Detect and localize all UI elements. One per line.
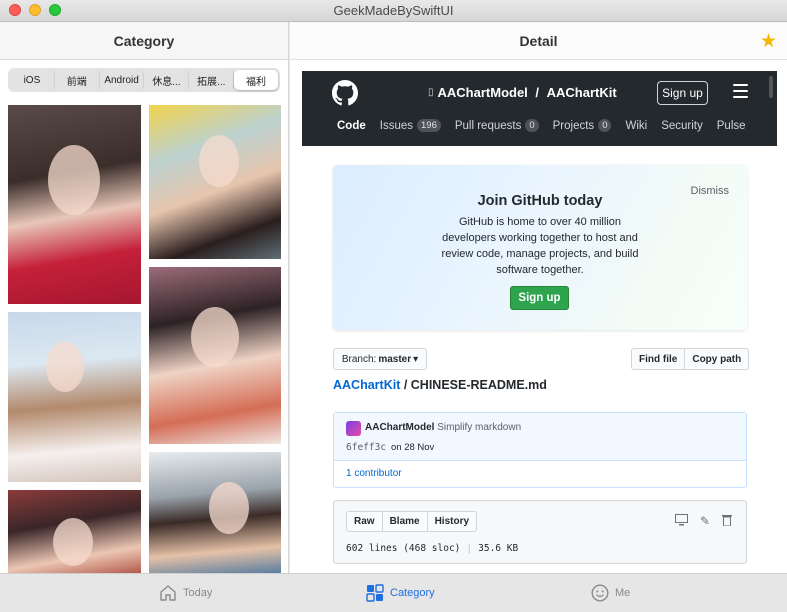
repo-separator: / [531, 85, 543, 100]
history-button[interactable]: History [428, 512, 476, 531]
window-title: GeekMadeBySwiftUI [333, 3, 454, 18]
file-action-icons: ✎ [674, 514, 732, 529]
caret-down-icon: ▾ [413, 353, 419, 365]
file-stats: 602 lines (468 sloc) | 35.6 KB [346, 543, 518, 554]
repo-name[interactable]: AAChartKit [547, 85, 617, 100]
join-github-banner: Dismiss Join GitHub today GitHub is home… [333, 165, 747, 330]
header-signup-button[interactable]: Sign up [657, 81, 708, 105]
photo-card[interactable] [149, 452, 281, 573]
repo-tab-security[interactable]: Security [661, 119, 703, 132]
pencil-icon[interactable]: ✎ [700, 514, 710, 529]
breadcrumb-separator: / [400, 378, 411, 392]
join-description: GitHub is home to over 40 million develo… [441, 216, 639, 276]
repo-tab-code[interactable]: Code [337, 119, 366, 132]
repo-book-icon: ▯ [428, 87, 434, 98]
zoom-window-button[interactable] [49, 4, 61, 16]
blame-button[interactable]: Blame [383, 512, 428, 531]
segment-android[interactable]: Android [100, 70, 145, 90]
contributors-link[interactable]: 1 contributor [346, 468, 402, 479]
repo-tab-pull-requests[interactable]: Pull requests 0 [455, 119, 539, 132]
bottom-tab-bar: Today Category Me [0, 573, 787, 612]
file-breadcrumb: AAChartKit / CHINESE-README.md [333, 378, 547, 392]
segment-ios[interactable]: iOS [10, 70, 55, 90]
tab-today-label: Today [183, 587, 213, 599]
commit-sha[interactable]: 6feff3c [346, 442, 386, 453]
join-signup-button[interactable]: Sign up [510, 286, 569, 310]
photo-card[interactable] [149, 267, 281, 444]
projects-count-badge: 0 [598, 119, 612, 132]
category-pane: Category iOS 前端 Android 休息... 拓展... 福利 [0, 22, 289, 573]
commit-date: on 28 Nov [391, 442, 435, 453]
branch-prefix: Branch: [341, 353, 377, 365]
breadcrumb-repo-link[interactable]: AAChartKit [333, 378, 400, 392]
detail-pane: Detail ★ ▯ AAChartModel / AAChartKit Sig… [290, 22, 787, 573]
repo-title[interactable]: ▯ AAChartModel / AAChartKit [428, 85, 617, 100]
photo-card[interactable] [8, 312, 141, 482]
minimize-window-button[interactable] [29, 4, 41, 16]
issues-count-badge: 196 [417, 119, 441, 132]
segment-welfare[interactable]: 福利 [234, 70, 278, 90]
file-lines: 602 lines (468 sloc) [346, 543, 461, 554]
repo-tab-wiki[interactable]: Wiki [625, 119, 647, 132]
category-title: Category [113, 32, 175, 49]
trash-icon[interactable] [722, 514, 732, 529]
commit-author[interactable]: AAChartModel [365, 422, 434, 433]
latest-commit-box: AAChartModel Simplify markdown 6feff3c o… [333, 412, 747, 488]
github-header: ▯ AAChartModel / AAChartKit Sign up Code… [302, 71, 777, 146]
star-icon[interactable]: ★ [760, 30, 777, 53]
commit-author-line: AAChartModel Simplify markdown [365, 422, 521, 433]
tab-me-label: Me [615, 587, 631, 599]
pr-count-badge: 0 [525, 119, 539, 132]
hamburger-menu-icon[interactable] [733, 84, 748, 98]
photo-card[interactable] [8, 490, 141, 573]
breadcrumb-file: CHINESE-README.md [410, 378, 547, 392]
photo-card[interactable] [8, 105, 141, 304]
raw-button[interactable]: Raw [347, 512, 383, 531]
tab-today[interactable]: Today [159, 584, 212, 602]
segment-extend[interactable]: 拓展... [189, 70, 235, 90]
category-segmented-control: iOS 前端 Android 休息... 拓展... 福利 [8, 68, 280, 92]
detail-title: Detail [519, 32, 558, 49]
repo-owner[interactable]: AAChartModel [438, 85, 528, 100]
repo-tab-projects[interactable]: Projects 0 [553, 119, 612, 132]
category-header: Category [0, 22, 288, 60]
tab-me[interactable]: Me [591, 584, 630, 602]
join-heading: Join GitHub today [477, 193, 603, 209]
scrollbar[interactable] [769, 76, 773, 98]
find-file-button[interactable]: Find file [632, 349, 686, 369]
segment-rest[interactable]: 休息... [144, 70, 190, 90]
tab-category-label: Category [390, 587, 435, 599]
avatar[interactable] [346, 421, 361, 436]
file-view-buttons: Raw Blame History [346, 511, 478, 532]
segment-frontend[interactable]: 前端 [55, 70, 100, 90]
repo-tab-issues[interactable]: Issues 196 [380, 119, 441, 132]
branch-selector[interactable]: Branch: master ▾ [333, 348, 427, 370]
file-actions: Find file Copy path [631, 348, 750, 370]
file-header: Raw Blame History ✎ 602 lines (468 sloc)… [333, 500, 747, 564]
tab-category[interactable]: Category [366, 584, 435, 602]
window-controls [9, 4, 61, 16]
github-logo-icon[interactable] [332, 80, 358, 106]
repo-tab-pulse[interactable]: Pulse [717, 119, 746, 132]
grid-icon [366, 584, 384, 602]
photo-card[interactable] [149, 105, 281, 259]
desktop-icon[interactable] [674, 514, 688, 529]
commit-message[interactable]: Simplify markdown [437, 422, 521, 433]
house-icon [160, 585, 176, 601]
copy-path-button[interactable]: Copy path [685, 349, 748, 369]
stats-divider: | [466, 543, 473, 554]
detail-header: Detail [290, 22, 787, 60]
repo-nav: Code Issues 196 Pull requests 0 Projects 0 … [337, 119, 746, 132]
file-size: 35.6 KB [478, 543, 519, 554]
window-titlebar: GeekMadeBySwiftUI [0, 0, 787, 22]
branch-name: master [378, 353, 412, 365]
smile-icon [591, 584, 609, 602]
close-window-button[interactable] [9, 4, 21, 16]
